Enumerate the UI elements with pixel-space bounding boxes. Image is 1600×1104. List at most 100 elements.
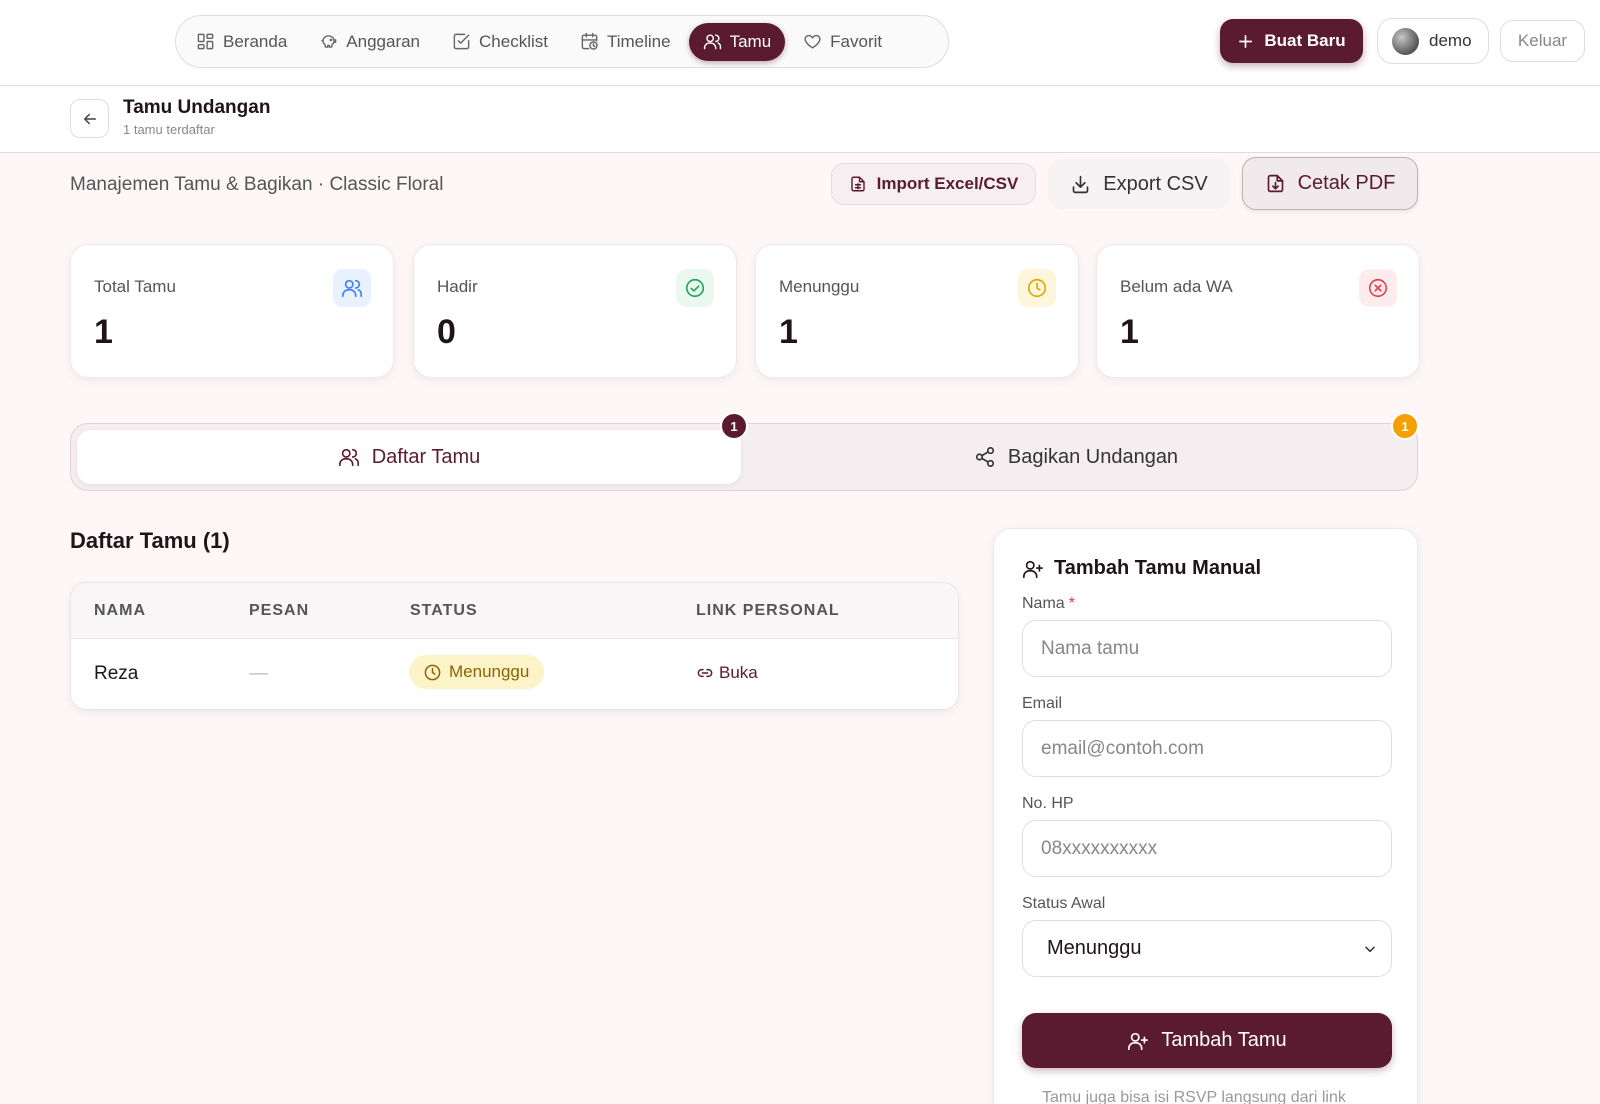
nav-item-label: Timeline <box>606 31 671 51</box>
status-label: Menunggu <box>449 662 530 681</box>
stat-icon-box <box>1018 269 1056 307</box>
guest-table: NAMA PESAN STATUS LINK PERSONAL Reza — M… <box>70 582 959 710</box>
stat-value: 1 <box>779 313 798 351</box>
personal-link[interactable]: Buka <box>697 663 758 683</box>
create-new-button[interactable]: Buat Baru <box>1220 19 1363 63</box>
nav-item-checklist[interactable]: Checklist <box>438 23 562 61</box>
nav-item-favorit[interactable]: Favorit <box>789 23 896 61</box>
share-count-badge: 1 <box>1391 412 1419 440</box>
stat-icon-box <box>1359 269 1397 307</box>
required-mark: * <box>1068 595 1075 612</box>
create-new-label: Buat Baru <box>1264 31 1346 50</box>
heart-icon <box>803 32 822 51</box>
stat-label: Total Tamu <box>94 277 176 296</box>
name-input[interactable] <box>1022 620 1392 677</box>
stat-icon-box <box>333 269 371 307</box>
column-header: NAMA <box>94 602 146 619</box>
export-label: Export CSV <box>1103 172 1208 195</box>
stat-icon-box <box>676 269 714 307</box>
page-header: Tamu Undangan 1 tamu terdaftar <box>0 87 1600 153</box>
link-label: Buka <box>719 663 758 682</box>
nav-item-anggaran[interactable]: Anggaran <box>305 23 434 61</box>
tab-label: Bagikan Undangan <box>1007 445 1179 468</box>
user-name: demo <box>1429 31 1472 50</box>
email-input[interactable] <box>1022 720 1392 777</box>
file-download-icon <box>1265 173 1286 194</box>
form-title-text: Tambah Tamu Manual <box>1054 557 1262 579</box>
column-header: PESAN <box>249 602 310 619</box>
clock-icon <box>423 663 442 682</box>
column-header: STATUS <box>410 602 478 619</box>
import-excel-button[interactable]: Import Excel/CSV <box>831 163 1036 205</box>
guest-list-title: Daftar Tamu (1) <box>70 528 230 553</box>
calendar-clock-icon <box>580 32 599 51</box>
stat-value: 1 <box>94 313 113 351</box>
dashboard-icon <box>196 32 215 51</box>
status-select[interactable]: Menunggu <box>1022 920 1392 977</box>
avatar <box>1392 27 1419 55</box>
nav-item-label: Favorit <box>830 31 883 51</box>
download-icon <box>1070 174 1091 195</box>
tab-bar: Daftar Tamu Bagikan Undangan 1 1 <box>70 412 1419 491</box>
stat-label: Hadir <box>437 277 478 296</box>
chevron-down-icon <box>1363 942 1377 956</box>
stat-value: 1 <box>1120 313 1139 351</box>
name-label-text: Nama <box>1022 595 1065 612</box>
status-badge: Menunggu <box>409 655 545 689</box>
section-subtitle: Manajemen Tamu & Bagikan · Classic Flora… <box>70 174 444 195</box>
page-title: Tamu Undangan <box>123 97 271 118</box>
add-guest-label: Tambah Tamu <box>1161 1029 1287 1051</box>
add-guest-form: Tambah Tamu Manual Nama* Email No. HP St… <box>993 528 1418 1104</box>
nav-item-tamu[interactable]: Tamu <box>688 22 786 61</box>
stat-card-hadir: Hadir 0 <box>413 244 737 378</box>
form-title: Tambah Tamu Manual <box>1022 557 1261 580</box>
nav-item-beranda[interactable]: Beranda <box>182 23 301 61</box>
share-icon <box>974 446 996 468</box>
users-icon <box>338 446 360 468</box>
spreadsheet-icon <box>849 175 867 193</box>
x-circle-icon <box>1367 277 1389 299</box>
import-label: Import Excel/CSV <box>876 174 1019 193</box>
pdf-label: Cetak PDF <box>1297 172 1396 194</box>
form-hint: Tamu juga bisa isi RSVP langsung dari li… <box>1042 1089 1346 1104</box>
arrow-left-icon <box>81 110 99 128</box>
back-button[interactable] <box>70 99 109 138</box>
checkbox-icon <box>452 32 471 51</box>
link-icon <box>697 665 713 681</box>
tab-bagikan-undangan[interactable]: Bagikan Undangan <box>741 430 1411 484</box>
status-field-label: Status Awal <box>1022 895 1106 912</box>
nav-item-timeline[interactable]: Timeline <box>566 23 685 61</box>
stat-label: Belum ada WA <box>1120 277 1233 296</box>
tab-daftar-tamu[interactable]: Daftar Tamu <box>77 430 741 484</box>
nav-item-label: Tamu <box>729 31 772 51</box>
user-menu[interactable]: demo <box>1377 18 1489 64</box>
piggy-bank-icon <box>319 32 338 51</box>
export-csv-button[interactable]: Export CSV <box>1048 159 1230 209</box>
add-guest-button[interactable]: Tambah Tamu <box>1022 1013 1392 1068</box>
stat-card-menunggu: Menunggu 1 <box>755 244 1079 378</box>
logout-button[interactable]: Keluar <box>1500 20 1585 62</box>
column-header: LINK PERSONAL <box>696 602 840 619</box>
stat-card-belum-wa: Belum ada WA 1 <box>1096 244 1420 378</box>
check-circle-icon <box>684 277 706 299</box>
clock-icon <box>1026 277 1048 299</box>
users-icon <box>341 277 363 299</box>
phone-input[interactable] <box>1022 820 1392 877</box>
table-header: NAMA PESAN STATUS LINK PERSONAL <box>71 583 958 639</box>
nav-item-label: Checklist <box>479 31 548 51</box>
stat-card-total: Total Tamu 1 <box>70 244 394 378</box>
email-label: Email <box>1022 695 1063 712</box>
tab-label: Daftar Tamu <box>371 445 481 468</box>
user-plus-icon <box>1022 558 1044 580</box>
print-pdf-button[interactable]: Cetak PDF <box>1242 157 1418 210</box>
name-label: Nama * <box>1022 595 1075 613</box>
status-select-value: Menunggu <box>1047 937 1142 959</box>
user-plus-icon <box>1127 1030 1149 1052</box>
main-nav: Beranda Anggaran Checklist Timeline Tamu <box>175 15 949 68</box>
stat-value: 0 <box>437 313 456 351</box>
stat-label: Menunggu <box>779 277 860 296</box>
top-navbar: Beranda Anggaran Checklist Timeline Tamu <box>0 0 1600 86</box>
nav-item-label: Anggaran <box>346 31 421 51</box>
phone-label: No. HP <box>1022 795 1074 812</box>
guests-count-badge: 1 <box>720 412 748 440</box>
